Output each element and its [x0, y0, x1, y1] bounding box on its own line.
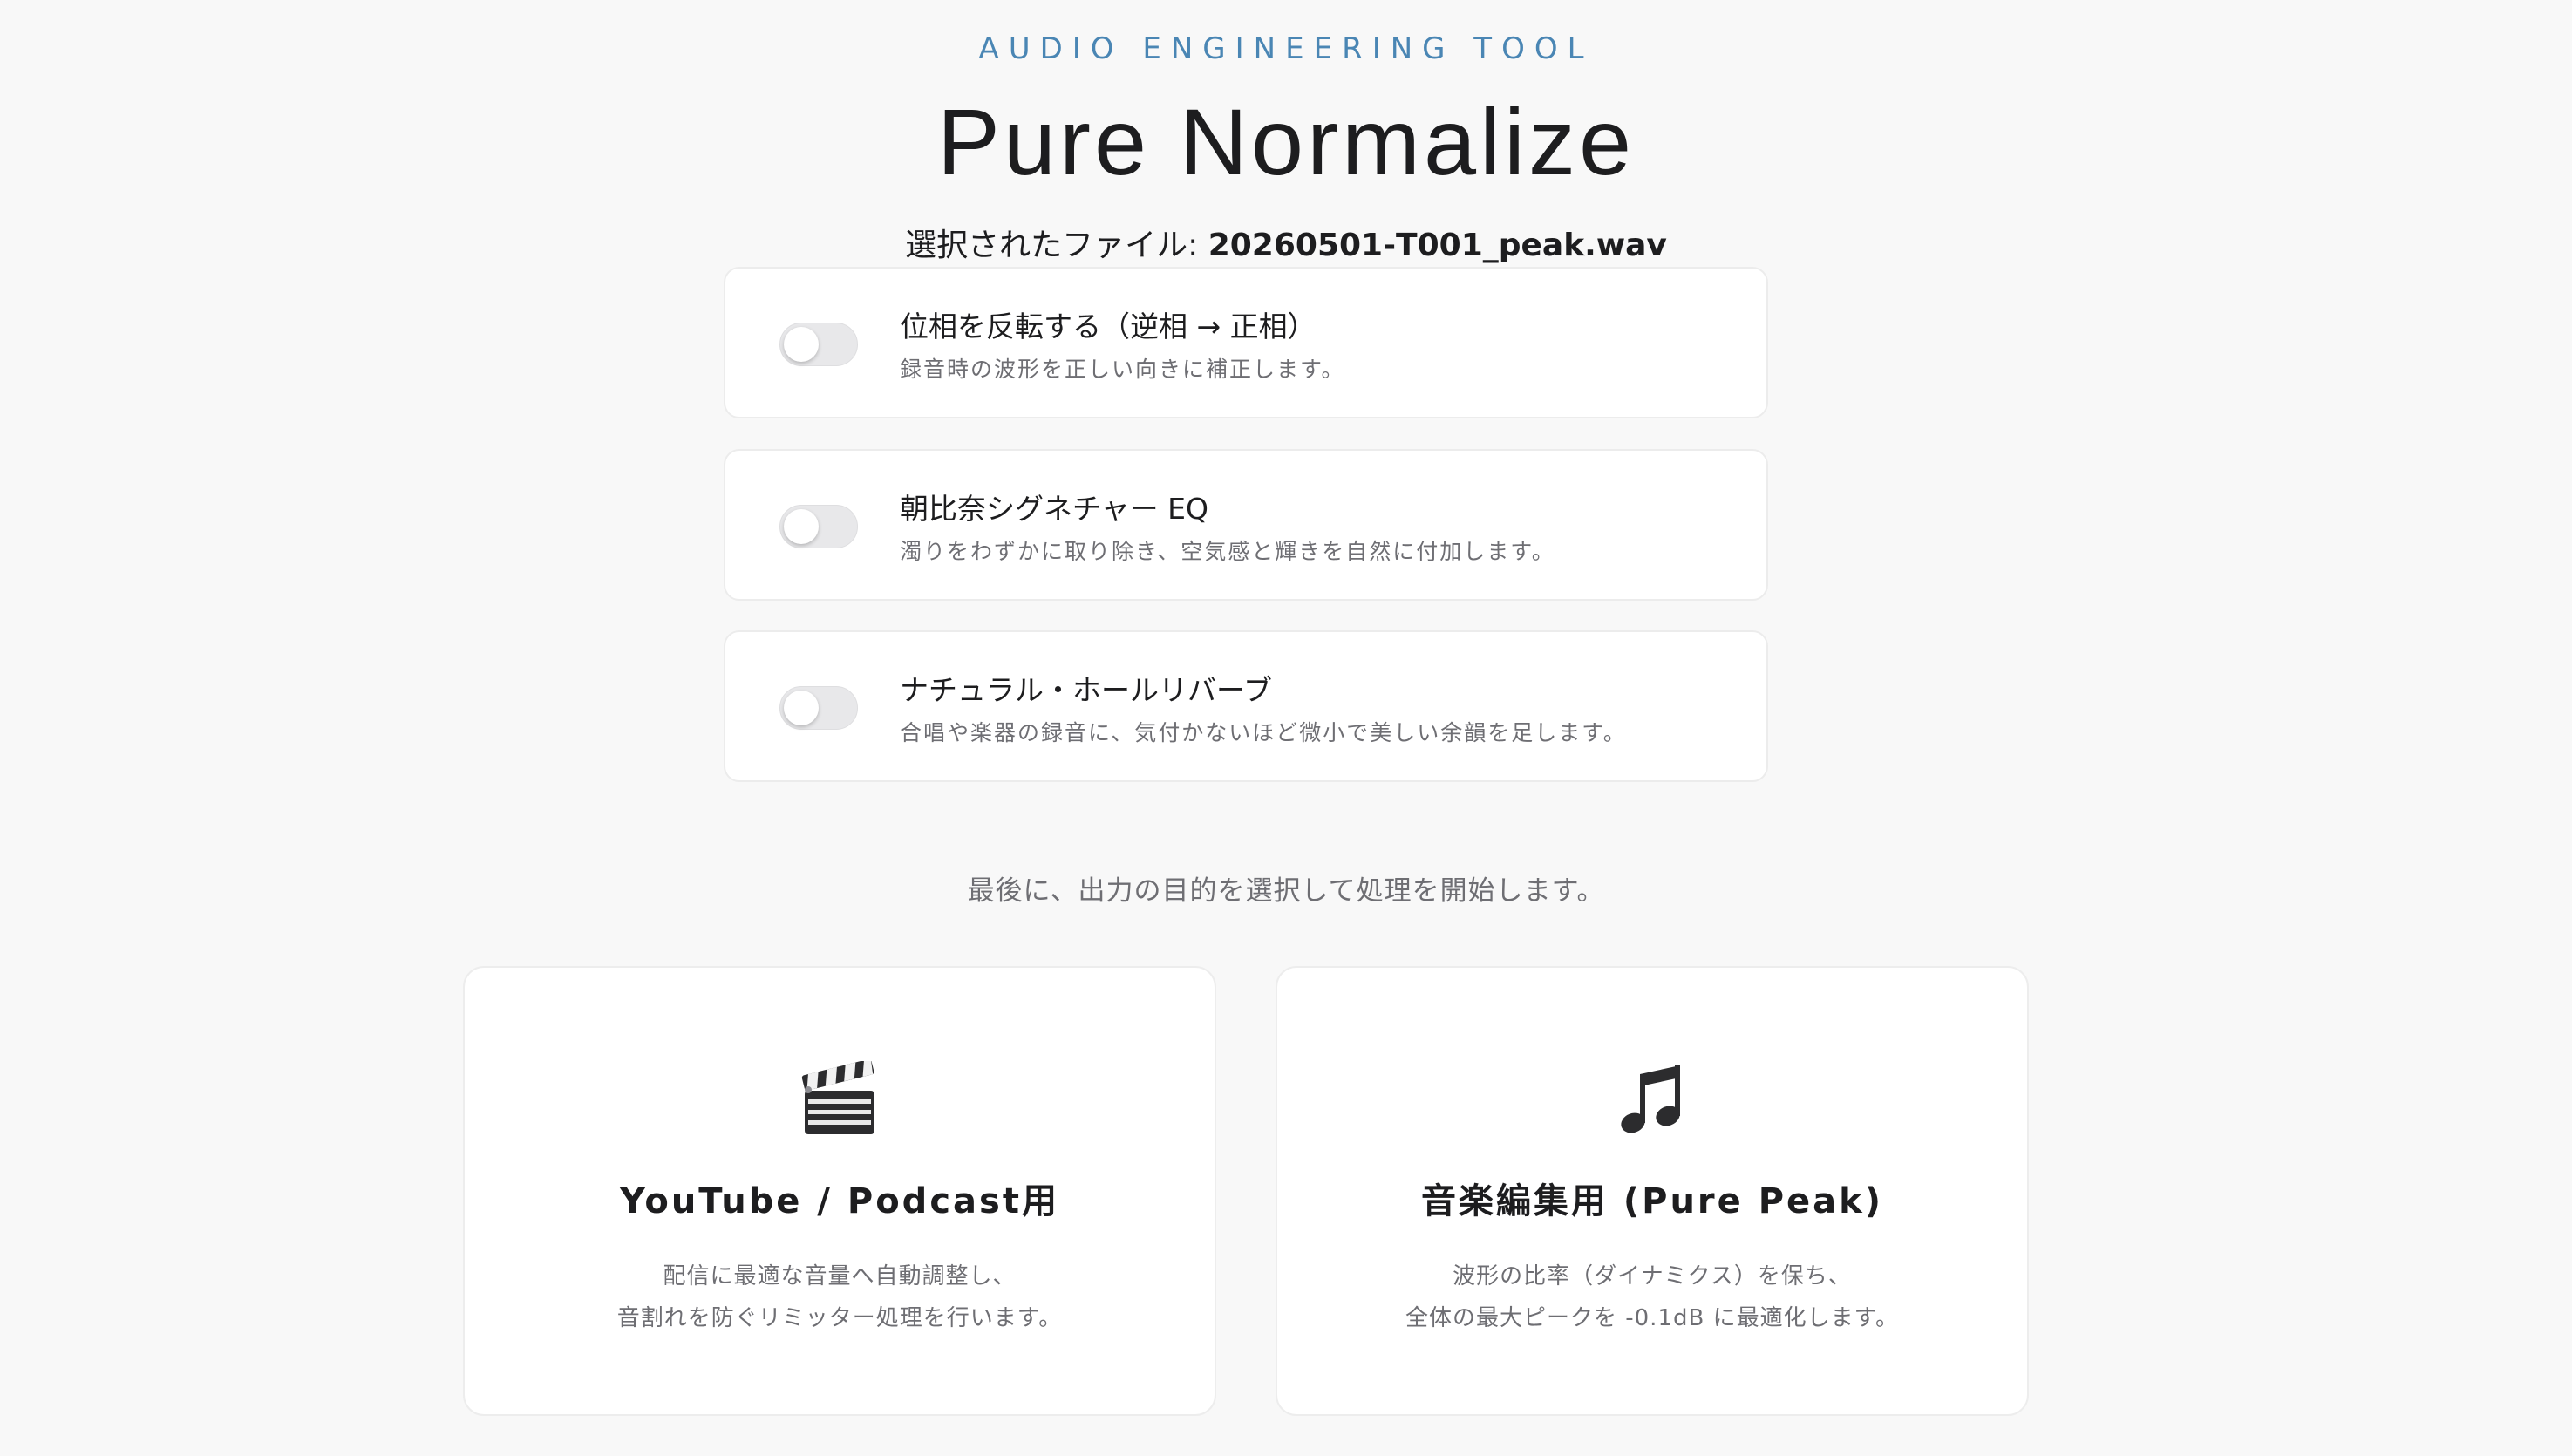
- option-title: 朝比奈シグネチャー EQ: [900, 492, 1208, 526]
- selected-file-label: 選択されたファイル:: [905, 228, 1208, 263]
- toggle-knob: [784, 327, 819, 362]
- mode-description-line: 波形の比率（ダイナミクス）を保ち、: [1453, 1263, 1852, 1289]
- music-note-icon: [1277, 1051, 2027, 1147]
- mode-card-music-editing[interactable]: 音楽編集用 (Pure Peak) 波形の比率（ダイナミクス）を保ち、 全体の最…: [1276, 966, 2029, 1416]
- option-description: 合唱や楽器の録音に、気付かないほど微小で美しい余韻を足します。: [900, 720, 1627, 745]
- mode-description: 配信に最適な音量へ自動調整し、 音割れを防ぐリミッター処理を行います。: [465, 1255, 1215, 1339]
- toggle-knob: [784, 691, 819, 725]
- page: AUDIO ENGINEERING TOOL Pure Normalize 選択…: [0, 0, 2572, 1456]
- page-title: Pure Normalize: [936, 89, 1636, 194]
- option-description: 録音時の波形を正しい向きに補正します。: [900, 357, 1345, 382]
- option-hall-reverb: ナチュラル・ホールリバーブ 合唱や楽器の録音に、気付かないほど微小で美しい余韻を…: [724, 630, 1768, 782]
- clapperboard-icon: [465, 1051, 1215, 1147]
- toggle-knob: [784, 509, 819, 544]
- mode-title: 音楽編集用 (Pure Peak): [1420, 1181, 1884, 1221]
- mode-description-line: 全体の最大ピークを -0.1dB に最適化します。: [1405, 1305, 1899, 1331]
- selected-file-name: 20260501-T001_peak.wav: [1208, 228, 1667, 263]
- option-title: 位相を反転する（逆相 → 正相）: [900, 310, 1317, 344]
- phase-invert-toggle[interactable]: [779, 323, 858, 366]
- option-title: ナチュラル・ホールリバーブ: [900, 673, 1273, 707]
- selected-file-line: 選択されたファイル: 20260501-T001_peak.wav: [0, 220, 2572, 265]
- option-signature-eq: 朝比奈シグネチャー EQ 濁りをわずかに取り除き、空気感と輝きを自然に付加します…: [724, 449, 1768, 601]
- mode-description-line: 音割れを防ぐリミッター処理を行います。: [616, 1305, 1063, 1331]
- option-phase-invert: 位相を反転する（逆相 → 正相） 録音時の波形を正しい向きに補正します。: [724, 267, 1768, 418]
- option-description: 濁りをわずかに取り除き、空気感と輝きを自然に付加します。: [900, 539, 1555, 564]
- hall-reverb-toggle[interactable]: [779, 686, 858, 730]
- mode-card-youtube-podcast[interactable]: YouTube / Podcast用 配信に最適な音量へ自動調整し、 音割れを防…: [463, 966, 1216, 1416]
- signature-eq-toggle[interactable]: [779, 505, 858, 548]
- output-prompt: 最後に、出力の目的を選択して処理を開始します。: [967, 875, 1605, 907]
- mode-description-line: 配信に最適な音量へ自動調整し、: [663, 1263, 1017, 1289]
- mode-description: 波形の比率（ダイナミクス）を保ち、 全体の最大ピークを -0.1dB に最適化し…: [1277, 1255, 2027, 1339]
- mode-title: YouTube / Podcast用: [620, 1181, 1059, 1221]
- app-eyebrow: AUDIO ENGINEERING TOOL: [978, 31, 1594, 66]
